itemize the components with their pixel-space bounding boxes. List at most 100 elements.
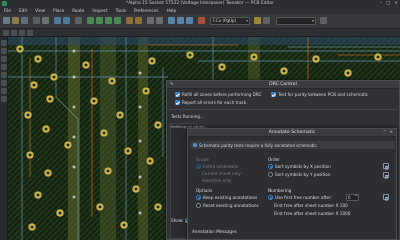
zoom-selection-icon[interactable]	[114, 17, 121, 24]
maximize-button[interactable]: □	[386, 1, 390, 6]
scope-current-sheet-option[interactable]: Current sheet only	[202, 171, 241, 176]
unlock-icon[interactable]	[156, 17, 163, 24]
menu-place[interactable]: Place	[53, 8, 64, 13]
reset-annotations-option[interactable]: Reset existing annotations	[196, 203, 259, 208]
annotate-window-controls: ⌃ ×	[383, 130, 393, 135]
redo-icon[interactable]	[63, 17, 70, 24]
zoom-out-icon[interactable]	[96, 17, 103, 24]
via-display-icon[interactable]	[1, 80, 7, 86]
annotate-minimize-button[interactable]: ⌃	[383, 130, 387, 135]
sheet-100-option[interactable]: First free after sheet number X 100	[274, 203, 348, 208]
show-grid-icon[interactable]	[1, 40, 7, 46]
scope-entire-option[interactable]: Entire schematic	[196, 164, 238, 169]
refill-zones-option[interactable]: Refill all zones before performing DRC	[175, 92, 262, 97]
sort-x-radio[interactable]	[268, 164, 273, 169]
test-parity-label: Test for parity between PCB and schemati…	[278, 92, 368, 97]
pad-display-icon[interactable]	[1, 72, 7, 78]
track-display-icon[interactable]	[1, 88, 7, 94]
zoom-fit-icon[interactable]	[105, 17, 112, 24]
menu-inspect[interactable]: Inspect	[92, 8, 107, 13]
scope-selection-option[interactable]: Selection only	[202, 178, 232, 183]
sheet-1000-option[interactable]: First free after sheet number X 1000	[274, 211, 350, 216]
info-icon	[193, 143, 197, 147]
scope-entire-radio[interactable]	[196, 164, 201, 169]
selection-filter-icon[interactable]	[320, 17, 327, 24]
menu-help[interactable]: Help	[167, 8, 177, 13]
refill-zones-checkbox[interactable]	[175, 92, 180, 97]
menu-file[interactable]: File	[4, 8, 11, 13]
netlist-icon[interactable]	[168, 17, 175, 24]
drc-dialog-header: ✎ DRC Control	[167, 81, 399, 89]
zoom-in-icon[interactable]	[87, 17, 94, 24]
script-console-icon[interactable]	[263, 17, 270, 24]
parity-info-banner: Schematic parity tests require a fully a…	[191, 141, 395, 149]
sheet-1000-label: First free after sheet number X 1000	[274, 211, 351, 216]
menu-view[interactable]: View	[35, 8, 45, 13]
scope-header: Scope	[196, 157, 209, 162]
menu-edit[interactable]: Edit	[19, 8, 27, 13]
page-settings-icon[interactable]	[33, 17, 40, 24]
annotate-dialog-title: Annotate Schematic	[268, 130, 316, 135]
sort-y-option[interactable]: Sort symbols by Y position	[268, 172, 331, 177]
highlight-net-icon[interactable]	[254, 17, 261, 24]
first-free-radio[interactable]	[268, 195, 273, 200]
units-mm-icon[interactable]	[1, 56, 7, 62]
reset-annotations-radio[interactable]	[196, 203, 201, 208]
minimize-button[interactable]: –	[380, 1, 382, 6]
fill-zones-icon[interactable]	[1, 64, 7, 70]
rotate-icon[interactable]	[126, 17, 133, 24]
print-icon[interactable]	[42, 17, 49, 24]
keep-annotations-label: Keep existing annotations	[203, 195, 258, 200]
ratsnest-icon[interactable]	[1, 48, 7, 54]
undo-icon[interactable]	[54, 17, 61, 24]
menu-tools[interactable]: Tools	[116, 8, 126, 13]
pin-icon[interactable]: ✎	[170, 82, 174, 87]
sort-y-label: Sort symbols by Y position	[275, 172, 331, 177]
close-button[interactable]: ×	[394, 1, 398, 6]
first-free-label: Use first free number after:	[275, 195, 333, 200]
test-parity-checkbox[interactable]	[271, 92, 276, 97]
drc-icon[interactable]	[198, 17, 205, 24]
left-toolbar	[0, 37, 8, 240]
annotation-messages-header: Annotation Messages	[192, 229, 237, 234]
sort-y-radio[interactable]	[268, 172, 273, 177]
save-icon[interactable]	[21, 17, 28, 24]
sort-x-option[interactable]: Sort symbols by X position	[268, 164, 331, 169]
footprint-browser-icon[interactable]	[186, 17, 193, 24]
report-all-option[interactable]: Report all errors for each track	[175, 100, 246, 105]
keep-annotations-option[interactable]: Keep existing annotations	[196, 195, 257, 200]
menu-preferences[interactable]: Preferences	[134, 8, 159, 13]
order-header: Order	[268, 157, 280, 162]
high-contrast-icon[interactable]	[1, 96, 7, 102]
grid-icon[interactable]	[3, 30, 9, 36]
flip-icon[interactable]	[135, 17, 142, 24]
kicad-app-icon	[2, 1, 7, 6]
lock-icon[interactable]	[147, 17, 154, 24]
first-free-number-input[interactable]: 0	[346, 194, 359, 201]
menu-route[interactable]: Route	[72, 8, 84, 13]
numbering-header: Numbering	[268, 188, 292, 193]
show-filter-label: Show:	[171, 218, 184, 223]
cursor-icon[interactable]	[27, 30, 33, 36]
test-parity-option[interactable]: Test for parity between PCB and schemati…	[271, 92, 368, 97]
footprint-editor-icon[interactable]	[177, 17, 184, 24]
units-icon[interactable]	[19, 30, 25, 36]
sort-y-icon	[383, 172, 389, 178]
sort-x-icon	[383, 163, 389, 169]
drc-dialog-title: DRC Control	[269, 82, 297, 87]
scope-entire-label: Entire schematic	[203, 164, 239, 169]
polar-coords-icon[interactable]	[11, 30, 17, 36]
scope-current-sheet-label: Current sheet only	[202, 171, 241, 176]
numbering-icon	[383, 194, 389, 200]
layer-select[interactable]: F.Cu (PgUp)	[210, 17, 250, 25]
annotate-close-button[interactable]: ×	[389, 130, 393, 135]
find-icon[interactable]	[75, 17, 82, 24]
first-free-option[interactable]: Use first free number after:	[268, 195, 332, 200]
new-board-icon[interactable]	[3, 17, 10, 24]
keep-annotations-radio[interactable]	[196, 195, 201, 200]
report-all-checkbox[interactable]	[175, 100, 180, 105]
status-strip	[0, 29, 400, 37]
tests-status: Tests Running...	[171, 114, 204, 119]
open-icon[interactable]	[12, 17, 19, 24]
net-select[interactable]	[276, 17, 316, 25]
